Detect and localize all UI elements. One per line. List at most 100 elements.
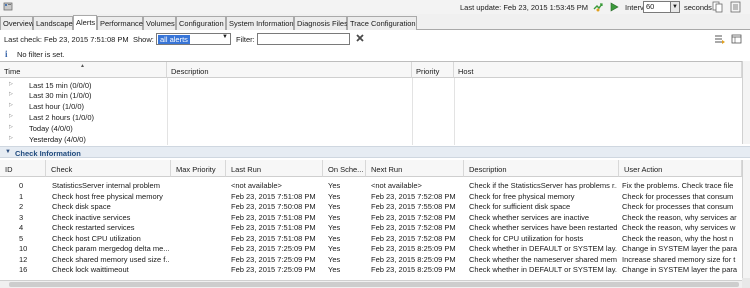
cell-id: 10 [19,244,28,253]
cell-last-run: Feb 23, 2015 7:25:09 PM [231,265,316,274]
cell-check: Check host free physical memory [52,191,163,201]
expand-icon[interactable]: ▷ [9,91,13,97]
cell-last-run: Feb 23, 2015 7:25:09 PM [231,244,316,253]
clear-filter-icon[interactable] [355,33,365,43]
expand-icon[interactable]: ▷ [9,124,13,130]
cell-check: Check param mergedog delta me... [52,244,170,253]
cell-id: 0 [19,181,24,190]
cell-check: Check host CPU utilization [52,233,141,243]
column-header-user-action[interactable]: User Action [619,160,742,177]
cell-description: Check whether services are inactive [469,212,590,222]
tab-performance[interactable]: Performance [97,16,143,30]
cell-description: Check whether services have been restart… [469,223,617,232]
cell-last-run: Feb 23, 2015 7:51:08 PM [231,191,316,201]
cell-description: Check if the StatisticsServer has proble… [469,181,617,190]
more-icon[interactable] [730,1,742,13]
cell-on-schedule: Yes [328,181,341,190]
table-row[interactable]: 12 Check shared memory used size f... Feb … [0,254,742,265]
column-header-host[interactable]: Host [454,62,742,78]
alert-group-row[interactable]: ▷ Last 2 hours (1/0/0) [0,113,742,122]
column-header-priority[interactable]: Priority [412,62,454,78]
column-header-on-schedule[interactable]: On Sche... [323,160,366,177]
cell-id: 3 [19,212,24,222]
copy-icon[interactable] [712,1,723,13]
alert-group-row[interactable]: ▷ Last hour (1/0/0) [0,102,742,111]
table-row[interactable]: 1 Check host free physical memory Feb 23, … [0,191,742,202]
table-row[interactable]: 5 Check host CPU utilization Feb 23, 2015 … [0,233,742,244]
column-header-id[interactable]: ID [0,160,46,177]
cell-next-run: Feb 23, 2015 7:52:08 PM [371,223,456,232]
play-icon[interactable] [608,1,620,13]
check-information-header[interactable]: ▼ Check Information [0,146,750,158]
column-header-max-priority[interactable]: Max Priority [171,160,226,177]
tab-system-information[interactable]: System Information [226,16,294,30]
cell-last-run: Feb 23, 2015 7:50:08 PM [231,202,316,211]
cell-next-run: Feb 23, 2015 8:25:09 PM [371,244,456,253]
check-table: ID Check Max Priority Last Run On Sche..… [0,160,742,280]
cell-on-schedule: Yes [328,254,341,264]
settings-icon[interactable] [731,33,743,45]
cell-id: 16 [19,265,28,274]
cell-next-run: Feb 23, 2015 7:52:08 PM [371,212,456,222]
column-header-time[interactable]: Time ▲ [0,62,167,78]
filter-info-row: i No filter is set. [0,47,750,61]
alerts-vertical-scrollbar[interactable] [742,61,750,144]
collapse-icon[interactable]: ▼ [5,149,11,155]
tab-overview[interactable]: Overview [0,16,34,30]
tab-landscape[interactable]: Landscape [33,16,73,30]
table-row[interactable]: 0 StatisticsServer internal problem <not a… [0,180,742,191]
cell-check: Check lock waittimeout [52,265,129,274]
last-check-text: Last check: Feb 23, 2015 7:51:08 PM [4,35,129,44]
seconds-label: seconds [684,3,712,12]
cell-check: Check inactive services [52,212,131,222]
alert-group-row[interactable]: ▷ Yesterday (4/0/0) [0,135,742,144]
column-header-check[interactable]: Check [46,160,171,177]
table-row[interactable]: 2 Check disk space Feb 23, 2015 7:50:08 PM… [0,201,742,212]
chevron-down-icon[interactable]: ▼ [671,1,680,13]
tab-configuration[interactable]: Configuration [176,16,226,30]
cell-id: 5 [19,233,24,243]
column-header-last-run[interactable]: Last Run [226,160,323,177]
expand-icon[interactable]: ▷ [9,113,13,119]
interval-select[interactable]: 60 [643,1,671,13]
alert-group-label: Last hour (1/0/0) [29,102,85,111]
table-row[interactable]: 3 Check inactive services Feb 23, 2015 7:5… [0,212,742,223]
alert-group-row[interactable]: ▷ Last 30 min (1/0/0) [0,91,742,100]
cell-next-run: Feb 23, 2015 8:25:09 PM [371,254,456,264]
tab-trace-configuration[interactable]: Trace Configuration [347,16,417,30]
alert-group-row[interactable]: ▷ Last 15 min (0/0/0) [0,81,742,90]
cell-description: Check for CPU utilization for hosts [469,233,584,243]
column-header-description[interactable]: Description [167,62,412,78]
show-select-value: all alerts [158,35,190,44]
configure-columns-icon[interactable] [714,33,726,45]
check-vertical-scrollbar[interactable] [742,160,750,278]
alert-group-label: Yesterday (4/0/0) [29,135,86,144]
cell-on-schedule: Yes [328,244,341,253]
chevron-down-icon[interactable]: ▼ [222,34,228,40]
tab-alerts[interactable]: Alerts [73,15,97,30]
tab-diagnosis-files[interactable]: Diagnosis Files [294,16,348,30]
cell-id: 1 [19,191,24,201]
refresh-icon[interactable] [592,1,604,13]
cell-id: 2 [19,202,24,211]
expand-icon[interactable]: ▷ [9,102,13,108]
table-row[interactable]: 4 Check restarted services Feb 23, 2015 7:… [0,222,742,233]
alert-group-row[interactable]: ▷ Today (4/0/0) [0,124,742,133]
filter-input[interactable] [257,33,350,45]
cell-description: Check for free physical memory [469,191,575,201]
alert-group-label: Last 15 min (0/0/0) [29,81,92,90]
column-header-description[interactable]: Description [464,160,619,177]
horizontal-scrollbar[interactable] [0,280,742,288]
show-select[interactable]: all alerts [156,33,231,45]
tab-volumes[interactable]: Volumes [143,16,176,30]
cell-on-schedule: Yes [328,233,341,243]
scrollbar-thumb[interactable] [9,282,739,287]
column-header-next-run[interactable]: Next Run [366,160,464,177]
expand-icon[interactable]: ▷ [9,81,13,87]
cell-next-run: Feb 23, 2015 7:52:08 PM [371,233,456,243]
cell-next-run: Feb 23, 2015 7:55:08 PM [371,202,456,211]
table-row[interactable]: 10 Check param mergedog delta me... Feb 23… [0,243,742,254]
table-row[interactable]: 16 Check lock waittimeout Feb 23, 2015 7:2… [0,264,742,275]
alert-group-label: Today (4/0/0) [29,124,73,133]
expand-icon[interactable]: ▷ [9,135,13,141]
